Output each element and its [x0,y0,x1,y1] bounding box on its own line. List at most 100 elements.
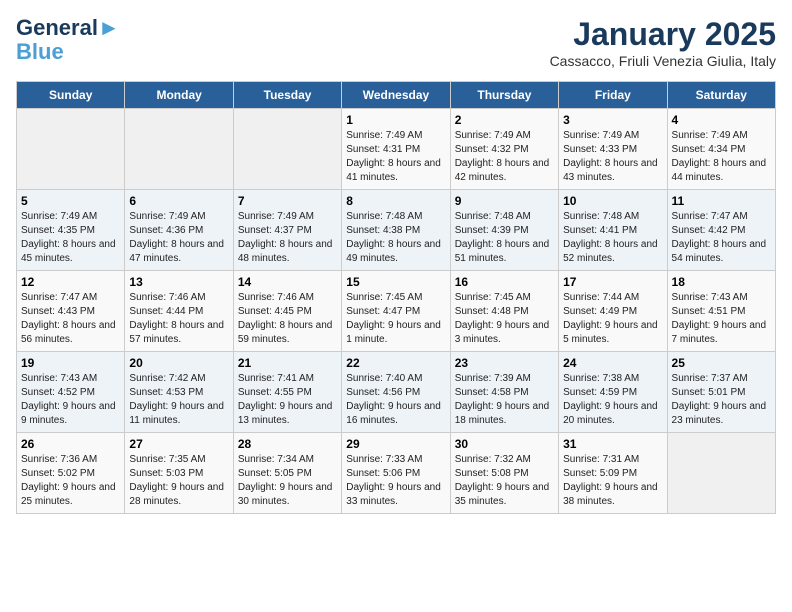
day-cell-3: 3 Sunrise: 7:49 AM Sunset: 4:33 PM Daylig… [559,109,667,190]
day-number: 26 [21,437,120,451]
day-info: Sunrise: 7:38 AM Sunset: 4:59 PM Dayligh… [563,372,662,428]
location-subtitle: Cassacco, Friuli Venezia Giulia, Italy [550,53,776,69]
day-number: 5 [21,194,120,208]
day-info: Sunrise: 7:44 AM Sunset: 4:49 PM Dayligh… [563,291,662,347]
day-info: Sunrise: 7:45 AM Sunset: 4:48 PM Dayligh… [455,291,554,347]
week-row-1: 1 Sunrise: 7:49 AM Sunset: 4:31 PM Daylig… [17,109,776,190]
day-info: Sunrise: 7:36 AM Sunset: 5:02 PM Dayligh… [21,453,120,509]
day-info: Sunrise: 7:35 AM Sunset: 5:03 PM Dayligh… [129,453,228,509]
day-cell-19: 19Sunrise: 7:43 AM Sunset: 4:52 PM Dayli… [17,352,125,433]
day-info: Sunrise: 7:42 AM Sunset: 4:53 PM Dayligh… [129,372,228,428]
day-number: 4 [672,113,771,127]
dow-header-monday: Monday [125,82,233,109]
day-info: Sunrise: 7:31 AM Sunset: 5:09 PM Dayligh… [563,453,662,509]
day-cell-1: 1 Sunrise: 7:49 AM Sunset: 4:31 PM Daylig… [342,109,450,190]
day-cell-12: 12 Sunrise: 7:47 AM Sunset: 4:43 PM Dayli… [17,271,125,352]
calendar-table: SundayMondayTuesdayWednesdayThursdayFrid… [16,81,776,514]
day-cell-14: 14 Sunrise: 7:46 AM Sunset: 4:45 PM Dayli… [233,271,341,352]
day-cell-30: 30 Sunrise: 7:32 AM Sunset: 5:08 PM Dayli… [450,433,558,514]
day-number: 12 [21,275,120,289]
day-cell-6: 6 Sunrise: 7:49 AM Sunset: 4:36 PM Daylig… [125,190,233,271]
day-cell-4: 4 Sunrise: 7:49 AM Sunset: 4:34 PM Daylig… [667,109,775,190]
dow-header-thursday: Thursday [450,82,558,109]
day-info: Sunrise: 7:49 AM Sunset: 4:31 PM Dayligh… [346,129,445,185]
week-row-5: 26 Sunrise: 7:36 AM Sunset: 5:02 PM Dayli… [17,433,776,514]
dow-header-saturday: Saturday [667,82,775,109]
day-number: 7 [238,194,337,208]
day-number: 15 [346,275,445,289]
day-cell-29: 29 Sunrise: 7:33 AM Sunset: 5:06 PM Dayli… [342,433,450,514]
day-cell-26: 26 Sunrise: 7:36 AM Sunset: 5:02 PM Dayli… [17,433,125,514]
day-number: 17 [563,275,662,289]
calendar-body: 1 Sunrise: 7:49 AM Sunset: 4:31 PM Daylig… [17,109,776,514]
day-cell-8: 8Sunrise: 7:48 AM Sunset: 4:38 PM Daylig… [342,190,450,271]
day-cell-28: 28 Sunrise: 7:34 AM Sunset: 5:05 PM Dayli… [233,433,341,514]
day-info: Sunrise: 7:47 AM Sunset: 4:43 PM Dayligh… [21,291,120,347]
day-number: 29 [346,437,445,451]
day-cell-16: 16 Sunrise: 7:45 AM Sunset: 4:48 PM Dayli… [450,271,558,352]
day-info: Sunrise: 7:46 AM Sunset: 4:44 PM Dayligh… [129,291,228,347]
day-number: 19 [21,356,120,370]
dow-header-wednesday: Wednesday [342,82,450,109]
day-info: Sunrise: 7:49 AM Sunset: 4:34 PM Dayligh… [672,129,771,185]
day-cell-18: 18 Sunrise: 7:43 AM Sunset: 4:51 PM Dayli… [667,271,775,352]
day-number: 16 [455,275,554,289]
day-cell-24: 24Sunrise: 7:38 AM Sunset: 4:59 PM Dayli… [559,352,667,433]
day-number: 3 [563,113,662,127]
logo: General► Blue [16,16,120,64]
day-number: 27 [129,437,228,451]
day-number: 11 [672,194,771,208]
day-info: Sunrise: 7:37 AM Sunset: 5:01 PM Dayligh… [672,372,771,428]
empty-cell [125,109,233,190]
week-row-3: 12 Sunrise: 7:47 AM Sunset: 4:43 PM Dayli… [17,271,776,352]
day-cell-20: 20 Sunrise: 7:42 AM Sunset: 4:53 PM Dayli… [125,352,233,433]
dow-header-tuesday: Tuesday [233,82,341,109]
day-number: 1 [346,113,445,127]
day-number: 23 [455,356,554,370]
day-cell-21: 21Sunrise: 7:41 AM Sunset: 4:55 PM Dayli… [233,352,341,433]
day-number: 28 [238,437,337,451]
empty-cell [17,109,125,190]
day-number: 10 [563,194,662,208]
day-cell-27: 27 Sunrise: 7:35 AM Sunset: 5:03 PM Dayli… [125,433,233,514]
day-cell-7: 7 Sunrise: 7:49 AM Sunset: 4:37 PM Daylig… [233,190,341,271]
day-cell-22: 22Sunrise: 7:40 AM Sunset: 4:56 PM Dayli… [342,352,450,433]
day-cell-5: 5Sunrise: 7:49 AM Sunset: 4:35 PM Daylig… [17,190,125,271]
day-info: Sunrise: 7:49 AM Sunset: 4:36 PM Dayligh… [129,210,228,266]
day-info: Sunrise: 7:49 AM Sunset: 4:33 PM Dayligh… [563,129,662,185]
title-block: January 2025 Cassacco, Friuli Venezia Gi… [550,16,776,69]
day-info: Sunrise: 7:33 AM Sunset: 5:06 PM Dayligh… [346,453,445,509]
logo-blue: Blue [16,40,120,64]
day-number: 20 [129,356,228,370]
day-header-row: SundayMondayTuesdayWednesdayThursdayFrid… [17,82,776,109]
day-info: Sunrise: 7:45 AM Sunset: 4:47 PM Dayligh… [346,291,445,347]
day-info: Sunrise: 7:49 AM Sunset: 4:37 PM Dayligh… [238,210,337,266]
day-cell-23: 23Sunrise: 7:39 AM Sunset: 4:58 PM Dayli… [450,352,558,433]
day-number: 6 [129,194,228,208]
day-cell-17: 17 Sunrise: 7:44 AM Sunset: 4:49 PM Dayli… [559,271,667,352]
day-cell-31: 31Sunrise: 7:31 AM Sunset: 5:09 PM Dayli… [559,433,667,514]
empty-cell [233,109,341,190]
day-number: 8 [346,194,445,208]
day-info: Sunrise: 7:32 AM Sunset: 5:08 PM Dayligh… [455,453,554,509]
day-info: Sunrise: 7:49 AM Sunset: 4:32 PM Dayligh… [455,129,554,185]
dow-header-friday: Friday [559,82,667,109]
dow-header-sunday: Sunday [17,82,125,109]
day-info: Sunrise: 7:34 AM Sunset: 5:05 PM Dayligh… [238,453,337,509]
month-title: January 2025 [550,16,776,53]
empty-cell [667,433,775,514]
day-info: Sunrise: 7:47 AM Sunset: 4:42 PM Dayligh… [672,210,771,266]
day-info: Sunrise: 7:46 AM Sunset: 4:45 PM Dayligh… [238,291,337,347]
day-info: Sunrise: 7:43 AM Sunset: 4:51 PM Dayligh… [672,291,771,347]
day-number: 2 [455,113,554,127]
day-number: 21 [238,356,337,370]
day-number: 9 [455,194,554,208]
day-number: 18 [672,275,771,289]
day-cell-9: 9Sunrise: 7:48 AM Sunset: 4:39 PM Daylig… [450,190,558,271]
day-number: 14 [238,275,337,289]
day-cell-11: 11 Sunrise: 7:47 AM Sunset: 4:42 PM Dayli… [667,190,775,271]
day-number: 30 [455,437,554,451]
week-row-2: 5Sunrise: 7:49 AM Sunset: 4:35 PM Daylig… [17,190,776,271]
day-number: 13 [129,275,228,289]
day-cell-13: 13 Sunrise: 7:46 AM Sunset: 4:44 PM Dayli… [125,271,233,352]
